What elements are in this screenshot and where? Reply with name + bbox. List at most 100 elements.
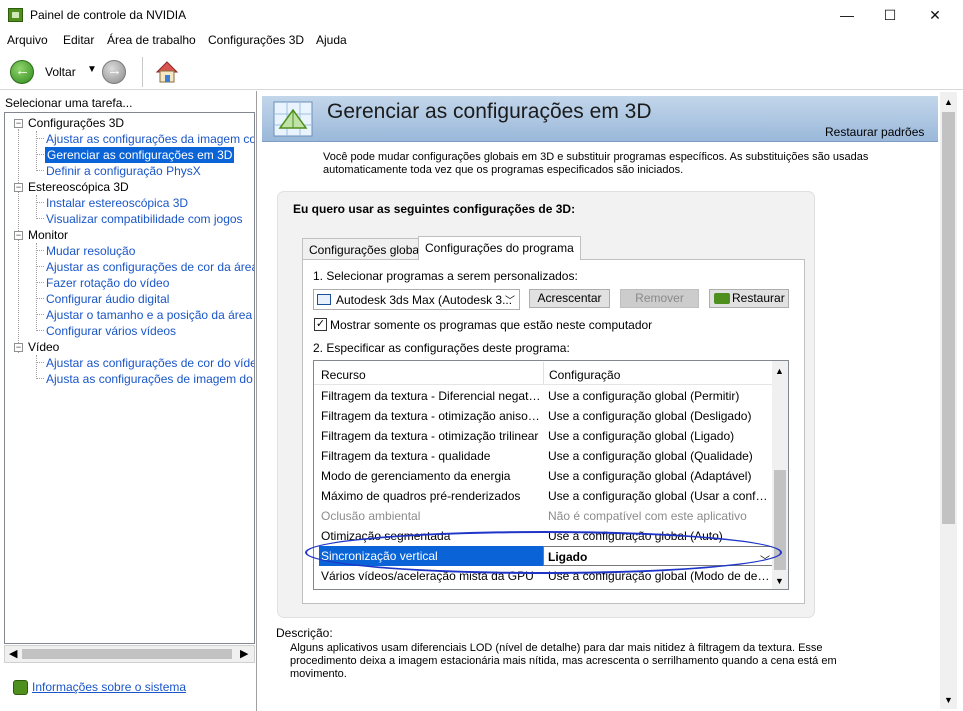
- 3d-settings-icon: [273, 101, 313, 137]
- tab-program-settings[interactable]: Configurações do programa: [418, 236, 581, 260]
- scroll-right-icon[interactable]: ▶: [240, 647, 248, 660]
- content-scrollbar-thumb[interactable]: [942, 112, 955, 524]
- cell-config: Use a configuração global (Permitir): [548, 389, 740, 403]
- cell-resource: Máximo de quadros pré-renderizados: [321, 489, 521, 503]
- tree-item-mudar-resolucao[interactable]: Mudar resolução: [46, 243, 135, 259]
- cell-resource: Oclusão ambiental: [321, 509, 421, 523]
- collapse-icon[interactable]: −: [14, 343, 23, 352]
- tree-item-imagem-video[interactable]: Ajusta as configurações de imagem do víd…: [46, 371, 254, 387]
- cell-resource: Filtragem da textura - Diferencial negat…: [321, 389, 543, 403]
- tree-connector: [36, 250, 44, 251]
- forward-arrow-icon[interactable]: [102, 60, 126, 84]
- table-row[interactable]: Filtragem da textura - otimização trilin…: [314, 426, 772, 446]
- tree-item-ajustar-imagem[interactable]: Ajustar as configurações da imagem com a: [46, 131, 254, 147]
- tree-connector: [36, 154, 44, 155]
- tree-item-rotacao-video[interactable]: Fazer rotação do vídeo: [46, 275, 169, 291]
- cell-config: Não é compatível com este aplicativo: [548, 509, 747, 523]
- tab-global-settings[interactable]: Configurações globais: [302, 238, 435, 259]
- cell-config: Use a configuração global (Usar a config…: [548, 489, 770, 503]
- cell-config: Use a configuração global (Qualidade): [548, 449, 753, 463]
- system-info-icon[interactable]: [13, 680, 28, 695]
- tree-connector: [36, 218, 44, 219]
- remove-program-button[interactable]: Remover: [620, 289, 699, 308]
- nvidia-restore-icon: [714, 293, 730, 304]
- tree-group-estereoscopica[interactable]: Estereoscópica 3D: [28, 179, 129, 195]
- column-header-resource[interactable]: Recurso: [321, 368, 366, 382]
- scroll-down-icon[interactable]: ▼: [775, 576, 784, 586]
- scroll-up-icon[interactable]: ▲: [775, 366, 784, 376]
- tree-connector: [36, 362, 44, 363]
- show-only-installed-label[interactable]: Mostrar somente os programas que estão n…: [330, 318, 652, 332]
- tree-item-varios-videos[interactable]: Configurar vários vídeos: [46, 323, 176, 339]
- scroll-up-icon[interactable]: ▲: [944, 97, 953, 107]
- tree-group-monitor[interactable]: Monitor: [28, 227, 68, 243]
- tree-item-cor-area[interactable]: Ajustar as configurações de cor da área …: [46, 259, 254, 275]
- cell-config: Use a configuração global (Ligado): [548, 429, 735, 443]
- tree-connector: [36, 243, 37, 329]
- tree-connector: [36, 298, 44, 299]
- menu-configuracoes-3d[interactable]: Configurações 3D: [208, 33, 304, 47]
- tree-scrollbar-thumb[interactable]: [22, 649, 232, 659]
- menu-area-de-trabalho[interactable]: Área de trabalho: [107, 33, 196, 47]
- settings-group-title: Eu quero usar as seguintes configurações…: [293, 202, 576, 216]
- tree-group-configuracoes-3d[interactable]: Configurações 3D: [28, 115, 124, 131]
- chevron-down-icon[interactable]: ﹀: [505, 292, 515, 307]
- step2-label: 2. Especificar as configurações deste pr…: [313, 341, 570, 355]
- table-row[interactable]: Oclusão ambiental Não é compatível com e…: [314, 506, 772, 526]
- tree-connector: [36, 138, 44, 139]
- tree-item-tamanho-posicao[interactable]: Ajustar o tamanho e a posição da área de: [46, 307, 254, 323]
- tree-item-cor-video[interactable]: Ajustar as configurações de cor do vídeo: [46, 355, 254, 371]
- tree-item-instalar-estereo[interactable]: Instalar estereoscópica 3D: [46, 195, 188, 211]
- nvidia-app-icon: [8, 8, 23, 22]
- toolbar-separator: [142, 57, 143, 87]
- tree-connector: [36, 330, 44, 331]
- table-row[interactable]: Filtragem da textura - qualidade Use a c…: [314, 446, 772, 466]
- description-label: Descrição:: [276, 626, 333, 640]
- tree-connector: [36, 202, 44, 203]
- annotation-ellipse: [305, 531, 782, 574]
- collapse-icon[interactable]: −: [14, 183, 23, 192]
- tree-item-gerenciar-3d[interactable]: Gerenciar as configurações em 3D: [45, 147, 235, 163]
- description-text: Alguns aplicativos usam diferenciais LOD…: [290, 642, 837, 680]
- menu-editar[interactable]: Editar: [63, 33, 94, 47]
- scroll-left-icon[interactable]: ◀: [9, 647, 17, 660]
- tree-item-physx[interactable]: Definir a configuração PhysX: [46, 163, 201, 179]
- tree-connector: [36, 266, 44, 267]
- tree-group-video[interactable]: Vídeo: [28, 339, 59, 355]
- intro-text: Você pode mudar configurações globais em…: [323, 151, 869, 176]
- system-info-link[interactable]: Informações sobre o sistema: [32, 680, 186, 694]
- menu-arquivo[interactable]: Arquivo: [7, 33, 48, 47]
- tree-item-audio-digital[interactable]: Configurar áudio digital: [46, 291, 169, 307]
- tree-item-compatibilidade-jogos[interactable]: Visualizar compatibilidade com jogos: [46, 211, 243, 227]
- add-program-button[interactable]: Acrescentar: [529, 289, 610, 308]
- minimize-button[interactable]: —: [824, 0, 870, 30]
- show-only-installed-checkbox[interactable]: ✓: [314, 318, 327, 331]
- tree-connector: [36, 170, 44, 171]
- step1-label: 1. Selecionar programas a serem personal…: [313, 269, 578, 283]
- close-button[interactable]: ✕: [912, 0, 958, 30]
- back-dropdown-icon[interactable]: ▼: [87, 64, 97, 75]
- task-pane-label: Selecionar uma tarefa...: [5, 96, 133, 110]
- menu-ajuda[interactable]: Ajuda: [316, 33, 347, 47]
- table-row[interactable]: Filtragem da textura - Diferencial negat…: [314, 386, 772, 406]
- toolbar: [0, 52, 963, 90]
- tree-connector: [36, 195, 37, 217]
- cell-config: Use a configuração global (Adaptável): [548, 469, 752, 483]
- maximize-button[interactable]: ☐: [867, 0, 913, 30]
- task-tree[interactable]: − Configurações 3D Ajustar as configuraç…: [4, 112, 255, 644]
- table-row[interactable]: Filtragem da textura - otimização anisot…: [314, 406, 772, 426]
- column-header-config[interactable]: Configuração: [549, 368, 620, 382]
- cell-resource: Filtragem da textura - qualidade: [321, 449, 491, 463]
- back-button-label[interactable]: Voltar: [45, 65, 76, 79]
- back-arrow-icon[interactable]: [10, 60, 34, 84]
- restore-defaults-link[interactable]: Restaurar padrões: [825, 125, 924, 139]
- cell-resource: Modo de gerenciamento da energia: [321, 469, 511, 483]
- table-row[interactable]: Modo de gerenciamento da energia Use a c…: [314, 466, 772, 486]
- collapse-icon[interactable]: −: [14, 231, 23, 240]
- collapse-icon[interactable]: −: [14, 119, 23, 128]
- program-window-icon: [317, 294, 331, 305]
- table-row[interactable]: Máximo de quadros pré-renderizados Use a…: [314, 486, 772, 506]
- home-icon[interactable]: [154, 59, 180, 85]
- scroll-down-icon[interactable]: ▼: [944, 695, 953, 705]
- tree-connector: [36, 355, 37, 377]
